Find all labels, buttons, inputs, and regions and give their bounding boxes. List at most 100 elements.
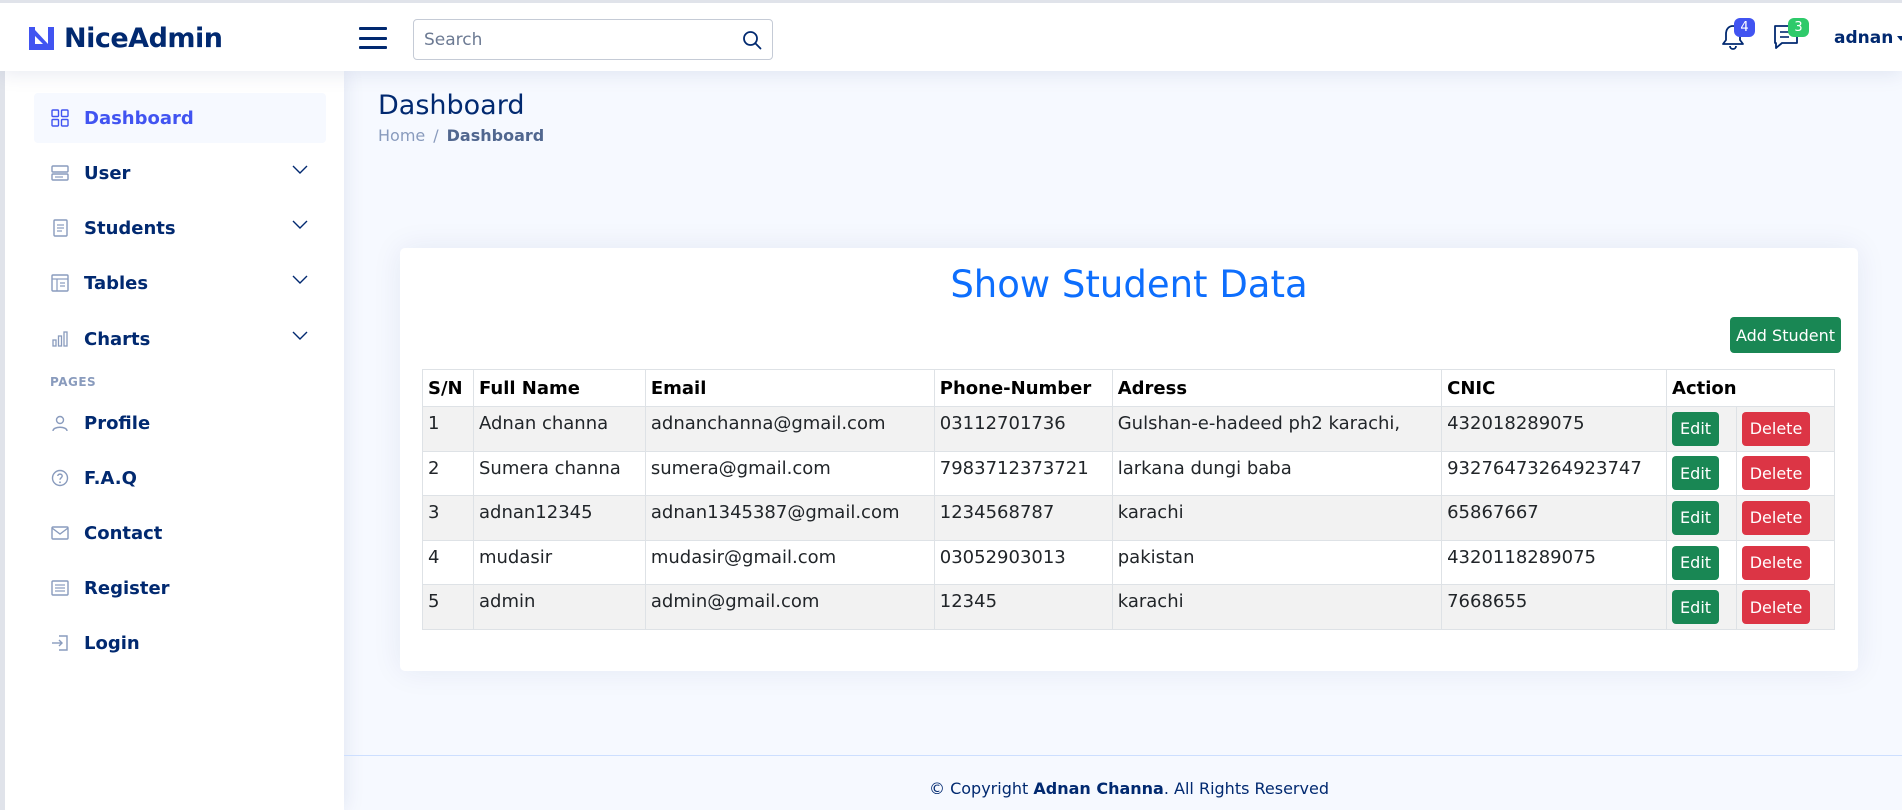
question-circle-icon xyxy=(50,468,70,488)
logo[interactable]: NiceAdmin xyxy=(27,23,223,54)
chevron-down-icon xyxy=(292,165,308,174)
copyright-suffix: . All Rights Reserved xyxy=(1163,779,1329,798)
table-row: 4 mudasir mudasir@gmail.com 03052903013 … xyxy=(422,539,1835,586)
sidebar-item-label: User xyxy=(84,162,131,184)
copyright-owner: Adnan Channa xyxy=(1033,779,1164,798)
chevron-down-icon xyxy=(292,220,308,229)
messages-badge: 3 xyxy=(1788,18,1809,37)
table-row: 2 Sumera channa sumera@gmail.com 7983712… xyxy=(422,450,1835,497)
cell-phone: 12345 xyxy=(933,584,1113,630)
edit-button[interactable]: Edit xyxy=(1672,545,1720,580)
breadcrumb-home[interactable]: Home xyxy=(378,126,425,145)
grid-icon xyxy=(50,108,70,128)
search-bar xyxy=(413,19,773,60)
column-header: Action xyxy=(1666,369,1835,407)
cell-email: adnan1345387@gmail.com xyxy=(644,495,935,541)
cell-email: admin@gmail.com xyxy=(644,584,935,630)
edit-button[interactable]: Edit xyxy=(1672,590,1720,625)
sidebar-toggle-button[interactable] xyxy=(359,27,387,49)
cell-phone: 1234568787 xyxy=(933,495,1113,541)
cell-address: pakistan xyxy=(1111,539,1443,586)
column-header: S/N xyxy=(422,369,474,407)
edit-button[interactable]: Edit xyxy=(1672,456,1720,491)
cell-address: larkana dungi baba xyxy=(1111,450,1443,497)
cell-sn: 4 xyxy=(422,539,474,586)
delete-button[interactable]: Delete xyxy=(1742,545,1811,580)
app-name: NiceAdmin xyxy=(64,23,223,54)
sidebar-item-charts[interactable]: Charts xyxy=(34,314,326,364)
bar-chart-icon xyxy=(50,329,70,349)
cell-full-name: adnan12345 xyxy=(472,495,646,541)
sidebar-item-tables[interactable]: Tables xyxy=(34,258,326,308)
cell-sn: 3 xyxy=(422,495,474,541)
sidebar-item-label: Contact xyxy=(84,522,163,544)
profile-dropdown[interactable]: adnan xyxy=(1834,28,1902,48)
sidebar-item-profile[interactable]: Profile xyxy=(34,398,326,448)
footer: © Copyright Adnan Channa. All Rights Res… xyxy=(344,779,1902,798)
cell-cnic: 65867667 xyxy=(1441,495,1668,541)
sidebar-item-students[interactable]: Students xyxy=(34,203,326,253)
breadcrumb-current: Dashboard xyxy=(446,126,545,145)
sidebar-item-register[interactable]: Register xyxy=(34,563,326,613)
cell-sn: 1 xyxy=(422,406,474,452)
column-header: Email xyxy=(644,369,935,407)
cell-cnic: 432018289075 xyxy=(1441,406,1668,452)
cell-cnic: 93276473264923747 xyxy=(1441,450,1668,497)
sidebar-item-label: Dashboard xyxy=(84,107,194,129)
sidebar-heading-pages: PAGES xyxy=(50,375,97,389)
card-title: Show Student Data xyxy=(950,263,1308,306)
sidebar-item-label: F.A.Q xyxy=(84,467,137,489)
cell-edit: Edit xyxy=(1666,584,1738,630)
cell-phone: 03112701736 xyxy=(933,406,1113,452)
cell-edit: Edit xyxy=(1666,450,1738,497)
cell-address: karachi xyxy=(1111,495,1443,541)
logo-icon xyxy=(29,27,54,50)
add-student-button[interactable]: Add Student xyxy=(1730,317,1841,353)
user-name: adnan xyxy=(1834,28,1894,48)
sidebar-item-label: Charts xyxy=(84,328,151,350)
edit-button[interactable]: Edit xyxy=(1672,411,1720,446)
edit-button[interactable]: Edit xyxy=(1672,500,1720,535)
search-button[interactable] xyxy=(732,20,772,59)
cell-full-name: Sumera channa xyxy=(472,450,646,497)
delete-button[interactable]: Delete xyxy=(1742,590,1811,625)
cell-full-name: Adnan channa xyxy=(472,406,646,452)
messages-button[interactable]: 3 xyxy=(1772,18,1809,55)
column-header: Phone-Number xyxy=(933,369,1113,407)
sidebar-item-faq[interactable]: F.A.Q xyxy=(34,453,326,503)
student-table: S/N Full Name Email Phone-Number Adress … xyxy=(422,369,1835,630)
breadcrumb: Home / Dashboard xyxy=(378,126,544,145)
cell-delete: Delete xyxy=(1736,584,1835,630)
sidebar-item-label: Students xyxy=(84,217,176,239)
delete-button[interactable]: Delete xyxy=(1742,500,1811,535)
cell-full-name: admin xyxy=(472,584,646,630)
cell-sn: 2 xyxy=(422,450,474,497)
sidebar-item-contact[interactable]: Contact xyxy=(34,508,326,558)
delete-button[interactable]: Delete xyxy=(1742,456,1811,491)
sidebar-item-dashboard[interactable]: Dashboard xyxy=(34,93,326,143)
journal-text-icon xyxy=(50,218,70,238)
person-icon xyxy=(50,413,70,433)
cell-address: Gulshan-e-hadeed ph2 karachi, xyxy=(1111,406,1443,452)
sidebar-item-label: Tables xyxy=(84,272,149,294)
breadcrumb-separator: / xyxy=(433,126,439,145)
hamburger-line xyxy=(359,36,387,40)
delete-button[interactable]: Delete xyxy=(1742,411,1811,446)
table-row: 5 admin admin@gmail.com 12345 karachi 76… xyxy=(422,584,1835,630)
table-row: 1 Adnan channa adnanchanna@gmail.com 031… xyxy=(422,406,1835,452)
cell-cnic: 4320118289075 xyxy=(1441,539,1668,586)
cell-email: mudasir@gmail.com xyxy=(644,539,935,586)
column-header: Full Name xyxy=(472,369,646,407)
notifications-button[interactable]: 4 xyxy=(1720,18,1755,55)
search-input[interactable] xyxy=(414,20,732,59)
cell-delete: Delete xyxy=(1736,539,1835,586)
menu-button-icon xyxy=(50,163,70,183)
caret-down-icon xyxy=(1897,35,1902,41)
page-title: Dashboard xyxy=(378,90,525,121)
cell-delete: Delete xyxy=(1736,450,1835,497)
notifications-badge: 4 xyxy=(1734,18,1755,37)
sidebar-item-login[interactable]: Login xyxy=(34,618,326,668)
chevron-down-icon xyxy=(292,331,308,340)
cell-edit: Edit xyxy=(1666,406,1738,452)
sidebar-item-user[interactable]: User xyxy=(34,148,326,198)
